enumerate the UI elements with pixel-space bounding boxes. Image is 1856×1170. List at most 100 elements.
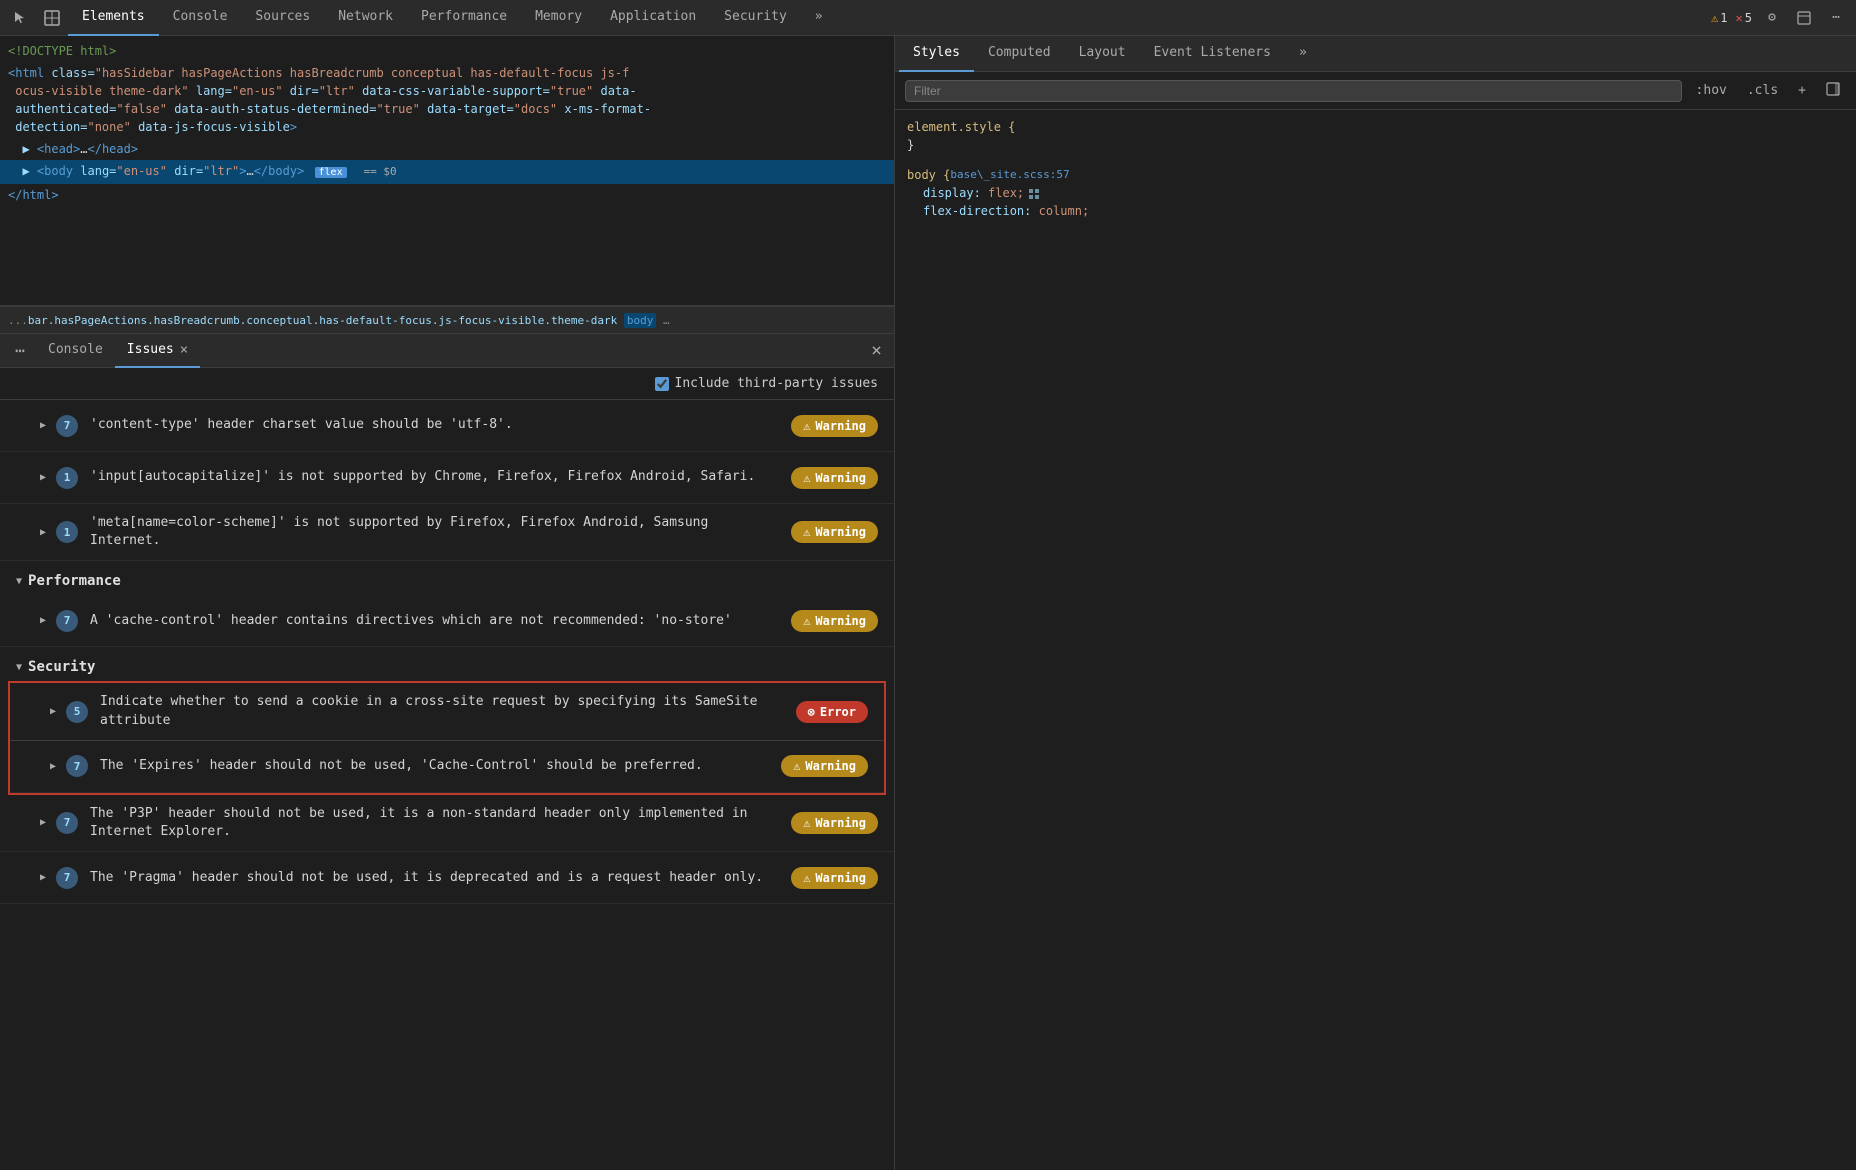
css-selector: element.style { [907, 118, 1015, 136]
issue-count: 7 [56, 415, 78, 437]
css-rule-element-style: element.style { } [907, 118, 1844, 154]
tab-memory[interactable]: Memory [521, 0, 596, 36]
warning-badge-icon: ⚠ [803, 816, 810, 830]
issue-text: The 'Pragma' header should not be used, … [90, 869, 775, 887]
warning-badge-icon: ⚠ [803, 419, 810, 433]
severity-badge: ⚠ Warning [791, 521, 878, 543]
issue-row[interactable]: ▶ 1 'meta[name=color-scheme]' is not sup… [0, 504, 894, 561]
severity-badge: ⚠ Warning [791, 812, 878, 834]
element-line-html-close: </html> [0, 184, 894, 206]
bottom-section: ⋯ Console Issues × × Include third-party… [0, 334, 894, 1170]
devtools-tab-bar: Elements Console Sources Network Perform… [0, 0, 1856, 36]
tab-layout[interactable]: Layout [1065, 36, 1140, 72]
hov-btn[interactable]: :hov [1690, 81, 1733, 100]
issue-row[interactable]: ▶ 7 The 'Expires' header should not be u… [10, 741, 884, 793]
flex-toggle-icon[interactable] [1024, 184, 1040, 202]
issue-row[interactable]: ▶ 7 The 'Pragma' header should not be us… [0, 852, 894, 904]
dock-icon[interactable] [1790, 4, 1818, 32]
add-style-btn[interactable]: + [1792, 81, 1812, 100]
issue-row[interactable]: ▶ 1 'input[autocapitalize]' is not suppo… [0, 452, 894, 504]
expand-icon: ▶ [40, 527, 46, 538]
issue-count: 7 [56, 610, 78, 632]
category-security[interactable]: ▼ Security [0, 647, 894, 681]
error-count-badge[interactable]: ✕ 5 [1736, 11, 1752, 25]
tab-more[interactable]: » [801, 0, 837, 36]
warning-icon: ⚠ [1711, 11, 1718, 25]
issue-text: 'input[autocapitalize]' is not supported… [90, 468, 775, 486]
tab-event-listeners[interactable]: Event Listeners [1140, 36, 1285, 72]
issues-panel: Include third-party issues ▶ 7 'content-… [0, 368, 894, 1170]
more-options-icon[interactable]: ⋯ [1822, 4, 1850, 32]
styles-filter-bar: :hov .cls + [895, 72, 1856, 110]
tab-right-more[interactable]: » [1285, 36, 1321, 72]
tab-security[interactable]: Security [710, 0, 801, 36]
issue-row[interactable]: ▶ 7 The 'P3P' header should not be used,… [0, 795, 894, 852]
element-line-head[interactable]: ▶ <head>…</head> [0, 138, 894, 160]
expand-icon: ▶ [40, 472, 46, 483]
tab-elements[interactable]: Elements [68, 0, 159, 36]
chevron-down-icon: ▼ [16, 662, 22, 673]
tab-console[interactable]: Console [159, 0, 242, 36]
expand-icon: ▶ [50, 761, 56, 772]
issue-count: 7 [56, 867, 78, 889]
css-selector: body { [907, 166, 950, 184]
css-source-link[interactable]: base\_site.scss:57 [950, 166, 1069, 184]
issue-row[interactable]: ▶ 7 'content-type' header charset value … [0, 400, 894, 452]
tab-computed[interactable]: Computed [974, 36, 1065, 72]
tab-performance[interactable]: Performance [407, 0, 521, 36]
breadcrumb-tag[interactable]: body [624, 313, 657, 328]
tab-network[interactable]: Network [324, 0, 407, 36]
cls-btn[interactable]: .cls [1741, 81, 1784, 100]
issue-count: 1 [56, 521, 78, 543]
tab-application[interactable]: Application [596, 0, 710, 36]
tab-issues[interactable]: Issues × [115, 334, 200, 368]
right-tab-bar: Styles Computed Layout Event Listeners » [895, 36, 1856, 72]
element-line-body[interactable]: ▶ <body lang="en-us" dir="ltr">…</body> … [0, 160, 894, 184]
element-line-doctype: <!DOCTYPE html> [0, 40, 894, 62]
right-panel: Styles Computed Layout Event Listeners »… [895, 36, 1856, 1170]
issue-row[interactable]: ▶ 5 Indicate whether to send a cookie in… [10, 683, 884, 740]
expand-icon: ▶ [50, 706, 56, 717]
settings-icon[interactable]: ⚙ [1758, 4, 1786, 32]
category-performance[interactable]: ▼ Performance [0, 561, 894, 595]
element-line-html[interactable]: <html class="hasSidebar hasPageActions h… [0, 62, 894, 138]
devtools-main: <!DOCTYPE html> <html class="hasSidebar … [0, 36, 1856, 1170]
issue-count: 7 [66, 755, 88, 777]
issue-text: The 'P3P' header should not be used, it … [90, 805, 775, 841]
issue-text: A 'cache-control' header contains direct… [90, 612, 775, 630]
warning-badge-icon: ⚠ [803, 871, 810, 885]
breadcrumb-text: bar.hasPageActions.hasBreadcrumb.concept… [28, 314, 617, 327]
styles-filter-input[interactable] [905, 80, 1682, 102]
severity-badge: ⚠ Warning [791, 467, 878, 489]
expand-icon: ▶ [40, 872, 46, 883]
issue-count: 1 [56, 467, 78, 489]
issue-text: Indicate whether to send a cookie in a c… [100, 693, 780, 729]
expand-icon: ▶ [40, 420, 46, 431]
inspect-icon[interactable] [38, 4, 66, 32]
issue-text: The 'Expires' header should not be used,… [100, 757, 765, 775]
third-party-bar: Include third-party issues [0, 368, 894, 400]
tab-sources[interactable]: Sources [241, 0, 324, 36]
severity-badge: ⚠ Warning [781, 755, 868, 777]
third-party-checkbox[interactable] [655, 377, 669, 391]
error-icon: ✕ [1736, 11, 1743, 25]
bottom-more-icon[interactable]: ⋯ [6, 337, 34, 365]
warning-count-badge[interactable]: ⚠ 1 [1711, 11, 1727, 25]
css-property: flex-direction: [907, 202, 1031, 220]
elements-panel: <!DOCTYPE html> <html class="hasSidebar … [0, 36, 894, 306]
flex-badge[interactable]: flex [315, 167, 347, 178]
cursor-icon[interactable] [6, 4, 34, 32]
issue-count: 5 [66, 701, 88, 723]
breadcrumb: ... bar.hasPageActions.hasBreadcrumb.con… [0, 306, 894, 334]
warning-badge-icon: ⚠ [803, 614, 810, 628]
tab-console-bottom[interactable]: Console [36, 334, 115, 368]
warning-badge-icon: ⚠ [803, 525, 810, 539]
expand-icon: ▶ [40, 817, 46, 828]
tab-styles[interactable]: Styles [899, 36, 974, 72]
toggle-sidebar-icon[interactable] [1820, 80, 1846, 102]
issue-row[interactable]: ▶ 7 A 'cache-control' header contains di… [0, 595, 894, 647]
third-party-checkbox-label[interactable]: Include third-party issues [655, 376, 879, 391]
close-issues-tab[interactable]: × [180, 342, 188, 358]
close-all-tabs[interactable]: × [863, 340, 890, 361]
issue-text: 'meta[name=color-scheme]' is not support… [90, 514, 775, 550]
